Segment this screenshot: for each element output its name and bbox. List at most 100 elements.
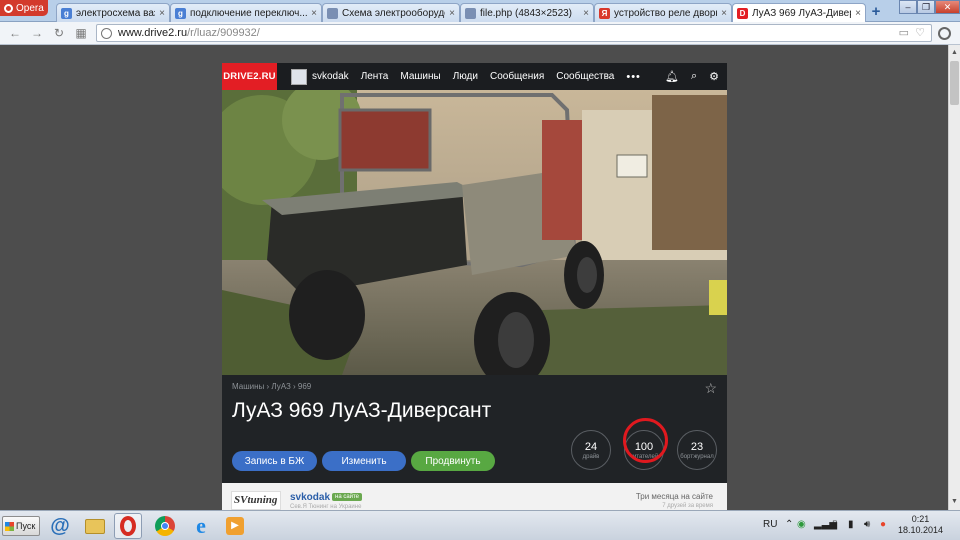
tab-4[interactable]: file.php (4843×2523) × — [460, 3, 594, 22]
username-link[interactable]: svkodak — [312, 71, 349, 82]
scroll-up-icon[interactable]: ▲ — [949, 47, 960, 59]
globe-icon — [101, 27, 112, 39]
opera-menu-label: Opera — [16, 2, 44, 14]
breadcrumb[interactable]: Машины › ЛуАЗ › 969 — [232, 382, 311, 391]
internet-explorer-icon[interactable]: e — [187, 513, 215, 539]
member-since-detail: 7 друзей за время — [662, 503, 713, 509]
tab-title: устройство реле дворни... — [614, 7, 717, 19]
tab-close-icon[interactable]: × — [583, 8, 589, 19]
drive2-icon: D — [737, 7, 748, 19]
taskbar: Пуск @ e ▶ RU ⌃ ◉ ▂▃▅ ▯ ▮ 🔊︎ ● 0:21 18.1… — [0, 510, 960, 540]
folder-icon[interactable] — [81, 513, 109, 539]
car-photo-image — [222, 90, 727, 375]
tab-5[interactable]: Я устройство реле дворни... × — [594, 3, 732, 22]
nav-feed[interactable]: Лента — [361, 71, 389, 82]
nav-cars[interactable]: Машины — [400, 71, 440, 82]
stat-label: драйв — [582, 454, 600, 460]
media-player-icon[interactable]: ▶ — [221, 513, 249, 539]
star-icon[interactable]: ☆ — [704, 380, 717, 397]
reload-icon[interactable]: ↻ — [52, 26, 66, 40]
site-header: DRIVE2.RU svkodak Лента Машины Люди Сооб… — [222, 63, 727, 90]
google-icon: g — [175, 7, 186, 19]
windows-logo-icon — [5, 521, 14, 531]
window-close-icon[interactable]: ✕ — [935, 0, 960, 14]
tab-title: электросхема ваз 2107 ... — [76, 7, 155, 19]
device-icon[interactable]: ▯ — [832, 519, 838, 530]
edit-button[interactable]: Изменить — [322, 451, 406, 471]
logbook-entry-button[interactable]: Запись в БЖ — [232, 451, 317, 471]
avatar[interactable] — [291, 68, 307, 85]
address-bar: ← → ↻ ▦ www.drive2.ru/r/luaz/909932/ ▭ ♡ — [0, 22, 960, 45]
tab-close-icon[interactable]: × — [855, 8, 861, 19]
member-since: Три месяца на сайте — [635, 492, 713, 501]
tab-1[interactable]: g электросхема ваз 2107 ... × — [56, 3, 170, 22]
tab-3[interactable]: Схема электрооборудов... × — [322, 3, 460, 22]
stat-value: 24 — [584, 441, 598, 453]
start-button[interactable]: Пуск — [2, 516, 40, 536]
car-photo[interactable] — [222, 90, 727, 375]
page-icon — [327, 7, 338, 19]
search-icon[interactable]: ⌕ — [691, 70, 697, 83]
stat-drive[interactable]: 24 драйв — [571, 430, 611, 470]
scroll-down-icon[interactable]: ▼ — [949, 496, 960, 508]
drive2-logo[interactable]: DRIVE2.RU — [222, 63, 277, 90]
language-indicator[interactable]: RU — [763, 519, 777, 530]
nav-messages[interactable]: Сообщения — [490, 71, 544, 82]
yandex-icon: Я — [599, 7, 610, 19]
tab-close-icon[interactable]: × — [721, 8, 727, 19]
back-icon[interactable]: ← — [8, 26, 22, 40]
volume-icon[interactable]: 🔊︎ — [864, 519, 870, 530]
nav-communities[interactable]: Сообщества — [556, 71, 614, 82]
tab-close-icon[interactable]: × — [159, 8, 165, 19]
speed-dial-icon[interactable]: ▦ — [74, 26, 88, 40]
nav-people[interactable]: Люди — [453, 71, 478, 82]
author-logo[interactable]: SVtuning — [231, 491, 281, 510]
start-label: Пуск — [16, 521, 36, 531]
stat-label: бортжурнал — [680, 454, 714, 460]
clock-date: 18.10.2014 — [898, 525, 944, 535]
tab-strip: Opera g электросхема ваз 2107 ... × g по… — [0, 0, 960, 22]
gear-icon[interactable]: ⚙ — [709, 70, 719, 83]
download-icon[interactable] — [938, 27, 951, 40]
vertical-scrollbar[interactable]: ▲ ▼ — [948, 45, 960, 510]
opera-taskbar-icon[interactable] — [114, 513, 142, 539]
tab-title: file.php (4843×2523) — [480, 7, 573, 19]
opera-menu-button[interactable]: Opera — [0, 0, 48, 16]
heart-icon[interactable]: ♡ — [915, 26, 925, 39]
url-input[interactable]: www.drive2.ru/r/luaz/909932/ ▭ ♡ — [96, 24, 932, 42]
tab-title: Схема электрооборудов... — [342, 7, 445, 19]
minimize-icon[interactable]: – — [899, 0, 917, 14]
image-icon — [465, 7, 476, 19]
stat-value: 23 — [690, 441, 704, 453]
page-title: ЛуАЗ 969 ЛуАЗ-Диверсант — [232, 399, 492, 422]
highlight-circle — [623, 418, 668, 463]
new-tab-button[interactable]: + — [868, 4, 884, 20]
google-icon: g — [61, 7, 72, 19]
promote-button[interactable]: Продвинуть — [411, 451, 495, 471]
scroll-thumb[interactable] — [950, 61, 959, 105]
chrome-icon[interactable] — [151, 513, 179, 539]
alert-icon[interactable]: ● — [880, 519, 886, 530]
author-card: SVtuning svkodak на сайте Сев.Я Тюнинг н… — [222, 483, 727, 510]
author-name[interactable]: svkodak — [290, 492, 330, 503]
online-badge: на сайте — [332, 493, 363, 501]
bell-icon[interactable]: 🔔︎ — [665, 70, 679, 83]
tab-close-icon[interactable]: × — [311, 8, 317, 19]
tab-2[interactable]: g подключение переключ... × — [170, 3, 322, 22]
battery-icon[interactable]: ▮ — [848, 519, 854, 530]
tab-title: подключение переключ... — [190, 7, 308, 19]
opera-logo-icon — [4, 3, 13, 13]
tab-close-icon[interactable]: × — [449, 8, 455, 19]
restore-icon[interactable]: ❐ — [917, 0, 935, 14]
more-menu-button[interactable]: ••• — [626, 71, 641, 83]
reader-icon[interactable]: ▭ — [899, 26, 909, 39]
forward-icon[interactable]: → — [30, 26, 44, 40]
network-globe-icon[interactable]: ◉ — [797, 519, 806, 530]
tab-title: ЛуАЗ 969 ЛуАЗ-Диверсант — [752, 7, 851, 19]
tray-expand-icon[interactable]: ⌃ — [785, 519, 793, 530]
clock[interactable]: 0:21 18.10.2014 — [898, 514, 943, 536]
clock-time: 0:21 — [911, 514, 930, 524]
stat-logbook[interactable]: 23 бортжурнал — [677, 430, 717, 470]
tab-6-active[interactable]: D ЛуАЗ 969 ЛуАЗ-Диверсант × — [732, 3, 866, 22]
mail-app-icon[interactable]: @ — [46, 513, 74, 539]
